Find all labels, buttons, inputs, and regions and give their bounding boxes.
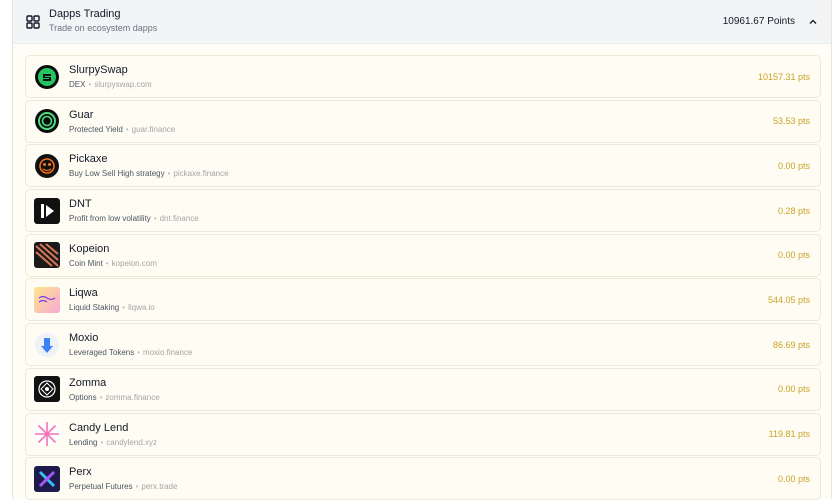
dapp-url: slurpyswap.com [94, 80, 152, 89]
dapp-row[interactable]: Kopeion Coin Mint • kopeion.com 0.00 pts [25, 233, 821, 277]
dapp-meta: Options • zomma.finance [69, 393, 160, 402]
dapp-url: kopeion.com [111, 258, 157, 268]
dapp-info: Kopeion Coin Mint • kopeion.com [69, 243, 157, 268]
dapp-points: 0.00 pts [777, 250, 810, 261]
moxio-logo [34, 332, 60, 358]
dapp-name: Zomma [69, 376, 107, 389]
dapp-info: Candy Lend Lending • candylend.xyz [69, 422, 157, 447]
dapp-points: 0.00 pts [777, 473, 810, 484]
dapp-info: Perx Perpetual Futures • perx.trade [69, 466, 177, 491]
dapp-url: moxio.finance [143, 348, 193, 358]
dapp-name: Pickaxe [69, 153, 108, 166]
separator-dot: • [137, 348, 141, 358]
dapp-meta: Lending • candylend.xyz [69, 438, 157, 447]
dapp-url: perx.trade [141, 482, 178, 492]
dapp-points: 544.05 pts [767, 294, 810, 305]
dapp-info: DNT Profit from low volatility • dnt.finan… [69, 198, 199, 223]
guar-logo [34, 108, 60, 134]
dapp-name: Moxio [69, 332, 99, 345]
dapp-category: Profit from low volatility [69, 214, 151, 224]
dapp-category: Leveraged Tokens [69, 348, 135, 358]
dapp-url: liqwa.io [128, 303, 155, 313]
panel-header[interactable]: Dapps Trading Trade on ecosystem dapps 1… [13, 0, 831, 44]
dapp-name: DNT [69, 198, 92, 211]
dapp-name: Candy Lend [69, 421, 129, 434]
dapp-points: 86.69 pts [772, 339, 810, 350]
dnt-logo [34, 197, 60, 224]
separator-dot: • [167, 169, 171, 179]
panel-subtitle: Trade on ecosystem dapps [49, 23, 158, 33]
dapp-points: 0.28 pts [777, 205, 810, 216]
separator-dot: • [105, 258, 109, 268]
panel-title: Dapps Trading [49, 8, 121, 20]
dapp-category: Buy Low Sell High strategy [69, 169, 165, 179]
dapp-info: Pickaxe Buy Low Sell High strategy • picka… [69, 153, 229, 178]
dapp-meta: Leveraged Tokens • moxio.finance [69, 348, 192, 357]
separator-dot: • [125, 124, 129, 134]
dapp-category: Lending [69, 437, 98, 447]
dapp-meta: Perpetual Futures • perx.trade [69, 482, 177, 491]
zomma-logo [34, 376, 60, 403]
dapp-name: Guar [69, 108, 94, 121]
dapp-url: candylend.xyz [106, 437, 157, 447]
dapp-points: 119.81 pts [768, 429, 810, 439]
dapp-row[interactable]: Candy Lend Lending • candylend.xyz 119.81 … [25, 412, 821, 456]
dapp-name: SlurpySwap [69, 64, 128, 76]
dapp-name: Liqwa [69, 287, 98, 300]
dapp-url: pickaxe.finance [173, 169, 229, 179]
dapp-info: Liqwa Liquid Staking • liqwa.io [69, 287, 155, 312]
dapp-row[interactable]: Pickaxe Buy Low Sell High strategy • picka… [25, 144, 821, 188]
dapp-info: Moxio Leveraged Tokens • moxio.finance [69, 332, 192, 357]
dapp-row[interactable]: DNT Profit from low volatility • dnt.finan… [25, 189, 821, 233]
candylend-logo [34, 421, 60, 447]
dapps-trading-panel: Dapps Trading Trade on ecosystem dapps 1… [12, 0, 832, 502]
dapp-meta: Coin Mint • kopeion.com [69, 259, 157, 268]
dapp-info: Zomma Options • zomma.finance [69, 377, 160, 402]
dapp-meta: DEX • slurpyswap.com [69, 80, 152, 89]
chevron-up-icon[interactable] [807, 16, 819, 28]
separator-dot: • [135, 482, 139, 492]
dapp-name: Perx [69, 466, 92, 479]
slurpyswap-logo [34, 64, 60, 90]
dapp-row[interactable]: Liqwa Liquid Staking • liqwa.io 544.05 pts [25, 278, 821, 322]
separator-dot: • [122, 303, 126, 313]
separator-dot: • [100, 437, 104, 447]
separator-dot: • [88, 80, 92, 89]
separator-dot: • [99, 392, 103, 402]
dapp-category: Options [69, 392, 97, 402]
dapp-points: 53.53 pts [772, 116, 810, 127]
grid-icon [25, 14, 41, 30]
liqwa-logo [34, 286, 60, 313]
dapp-meta: Liquid Staking • liqwa.io [69, 303, 155, 312]
dapp-name: Kopeion [69, 242, 110, 255]
dapp-category: DEX [69, 80, 86, 89]
dapp-row[interactable]: Perx Perpetual Futures • perx.trade 0.00 p… [25, 457, 821, 501]
dapp-url: dnt.finance [159, 214, 199, 224]
dapp-info: Guar Protected Yield • guar.finance [69, 109, 175, 134]
perx-logo [34, 465, 60, 492]
dapp-info: SlurpySwap DEX • slurpyswap.com [69, 64, 152, 89]
dapp-url: zomma.finance [105, 392, 160, 402]
dapp-row[interactable]: SlurpySwap DEX • slurpyswap.com 10157.31 p… [25, 55, 821, 98]
dapp-points: 0.00 pts [777, 160, 810, 171]
pickaxe-logo [34, 153, 60, 179]
dapp-meta: Buy Low Sell High strategy • pickaxe.finan… [69, 169, 229, 178]
dapp-points: 10157.31 pts [757, 71, 810, 82]
dapp-row[interactable]: Zomma Options • zomma.finance 0.00 pts [25, 367, 821, 411]
dapp-category: Liquid Staking [69, 303, 120, 313]
dapp-list: SlurpySwap DEX • slurpyswap.com 10157.31 p… [25, 55, 821, 502]
separator-dot: • [153, 214, 157, 224]
dapp-meta: Protected Yield • guar.finance [69, 125, 175, 134]
dapp-category: Perpetual Futures [69, 482, 133, 492]
dapp-row[interactable]: Guar Protected Yield • guar.finance 53.53 … [25, 99, 821, 143]
dapp-url: guar.finance [131, 124, 176, 134]
dapp-points: 0.00 pts [777, 384, 810, 395]
dapp-category: Coin Mint [69, 258, 103, 268]
dapp-meta: Profit from low volatility • dnt.finance [69, 214, 199, 223]
header-titles: Dapps Trading Trade on ecosystem dapps [49, 8, 157, 33]
kopeion-logo [34, 242, 60, 269]
dapp-category: Protected Yield [69, 124, 123, 134]
total-points: 10961.67 Points [722, 16, 795, 27]
dapp-row[interactable]: Moxio Leveraged Tokens • moxio.finance 86.… [25, 323, 821, 367]
